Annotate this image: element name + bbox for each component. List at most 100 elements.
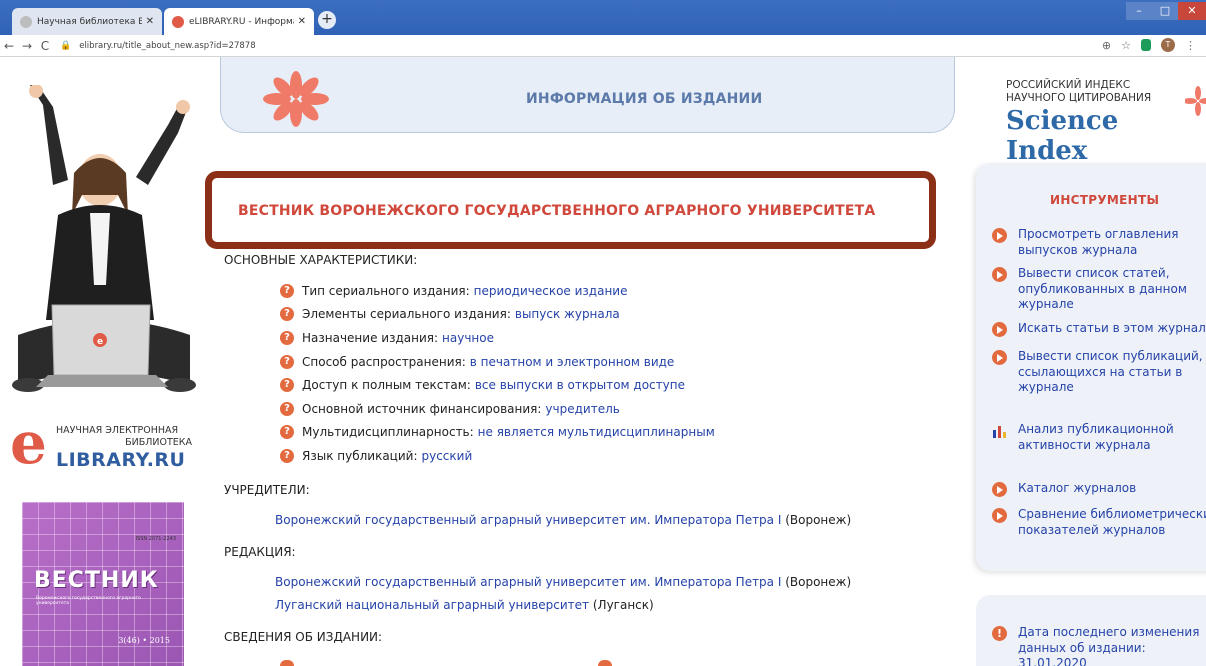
editorial-link[interactable]: Луганский национальный аграрный универси… (275, 598, 589, 612)
item-label: Доступ к полным текстам: (302, 378, 471, 393)
editorial-item: Луганский национальный аграрный универси… (275, 598, 654, 612)
question-icon[interactable] (598, 660, 612, 666)
cover-issue-number: 3(46) • 2015 (118, 636, 170, 645)
item-value-link[interactable]: не является мультидисциплинарным (478, 425, 715, 439)
tool-label: Вывести список публикаций, ссылающихся н… (1018, 349, 1203, 394)
tool-link[interactable]: Анализ публикационной активности журнала (992, 422, 1182, 453)
browser-tab[interactable]: Научная библиотека Воронеж ✕ (12, 8, 162, 35)
tool-label: Искать статьи в этом журнале (1018, 321, 1206, 335)
list-item: ? Назначение издания: научное (280, 326, 880, 350)
close-window-button[interactable]: ✕ (1178, 2, 1206, 20)
question-icon[interactable] (280, 660, 294, 666)
play-icon (992, 228, 1007, 243)
logo-line-2: БИБЛИОТЕКА (125, 437, 192, 448)
back-button[interactable]: ← (0, 39, 18, 53)
item-label: Тип сериального издания: (302, 283, 470, 298)
browser-tab-active[interactable]: eLIBRARY.RU - Информация об ✕ (164, 8, 314, 35)
forward-button[interactable]: → (18, 39, 36, 53)
tool-link[interactable]: Каталог журналов (992, 481, 1202, 497)
editorial-item: Воронежский государственный аграрный уни… (275, 575, 851, 589)
right-sidebar: РОССИЙСКИЙ ИНДЕКС НАУЧНОГО ЦИТИРОВАНИЯ S… (960, 57, 1206, 666)
svg-text:e: e (97, 337, 103, 347)
page-content: e e НАУЧНАЯ ЭЛЕКТРОННАЯ БИБЛИОТЕКА LIBRA… (0, 57, 1206, 666)
question-icon[interactable]: ? (280, 378, 294, 393)
characteristics-list: ? Тип сериального издания: периодическое и… (280, 279, 880, 468)
science-index-logo[interactable]: РОССИЙСКИЙ ИНДЕКС НАУЧНОГО ЦИТИРОВАНИЯ S… (1006, 79, 1206, 166)
new-tab-button[interactable]: + (318, 11, 336, 29)
list-item: ? Элементы сериального издания: выпуск жур… (280, 303, 880, 327)
item-label: Язык публикаций: (302, 448, 418, 463)
section-heading-main-characteristics: ОСНОВНЫЕ ХАРАКТЕРИСТИКИ: (224, 253, 418, 267)
item-label: Элементы сериального издания: (302, 307, 511, 322)
play-icon (992, 508, 1007, 523)
science-index-line-1: РОССИЙСКИЙ ИНДЕКС (1006, 79, 1131, 91)
item-value-link[interactable]: выпуск журнала (515, 307, 620, 321)
list-item: ? Язык публикаций: русский (280, 444, 880, 468)
editorial-city: (Луганск) (592, 598, 654, 612)
bar-chart-icon (993, 426, 1006, 438)
tool-label: Анализ публикационной активности журнала (1018, 422, 1174, 452)
minimize-window-button[interactable]: – (1126, 2, 1152, 20)
play-icon (992, 482, 1007, 497)
reload-button[interactable]: C (36, 39, 54, 53)
editorial-link[interactable]: Воронежский государственный аграрный уни… (275, 575, 781, 589)
elibrary-favicon-icon (172, 15, 184, 28)
journal-cover-image[interactable]: ISSN 2071-2243 ВЕСТНИК Воронежского госу… (22, 502, 184, 666)
woman-with-laptop-illustration: e (12, 85, 196, 392)
browser-toolbar: ← → C 🔒 elibrary.ru/title_about_new.asp?… (0, 35, 1206, 57)
question-icon[interactable]: ? (280, 330, 294, 345)
cover-title: ВЕСТНИК (34, 568, 159, 593)
tool-label: Сравнение библиометрических показателей … (1018, 507, 1206, 537)
item-label: Способ распространения: (302, 354, 466, 369)
play-icon (992, 350, 1007, 365)
item-value-link[interactable]: в печатном и электронном виде (470, 355, 675, 369)
logo-line-1: НАУЧНАЯ ЭЛЕКТРОННАЯ (56, 425, 179, 436)
question-icon[interactable]: ? (280, 283, 294, 298)
tool-label: Просмотреть оглавления выпусков журнала (1018, 227, 1179, 257)
question-icon[interactable]: ? (280, 354, 294, 369)
item-value-link[interactable]: научное (442, 331, 494, 345)
question-icon[interactable]: ? (280, 307, 294, 322)
tool-link[interactable]: Просмотреть оглавления выпусков журнала (992, 227, 1202, 258)
item-label: Назначение издания: (302, 330, 439, 345)
list-item: ? Основной источник финансирования: учреди… (280, 397, 880, 421)
maximize-window-button[interactable]: □ (1152, 2, 1178, 20)
page-title: ИНФОРМАЦИЯ ОБ ИЗДАНИИ (526, 91, 763, 107)
browser-tab-bar: Научная библиотека Воронеж ✕ eLIBRARY.RU… (0, 0, 1206, 35)
logo-letter: e (10, 409, 47, 477)
item-value-link[interactable]: периодическое издание (474, 284, 628, 298)
tool-link[interactable]: Вывести список публикаций, ссылающихся н… (992, 349, 1206, 396)
founder-link[interactable]: Воронежский государственный аграрный уни… (275, 513, 781, 527)
list-item: ? Способ распространения: в печатном и эле… (280, 350, 880, 374)
cover-issn: ISSN 2071-2243 (135, 536, 176, 542)
science-index-line-2: НАУЧНОГО ЦИТИРОВАНИЯ (1006, 92, 1152, 104)
bookmark-star-icon[interactable]: ☆ (1121, 39, 1131, 52)
founder-city: (Воронеж) (785, 513, 852, 527)
founder-item: Воронежский государственный аграрный уни… (275, 513, 851, 527)
close-tab-icon[interactable]: ✕ (298, 16, 306, 27)
list-item: ? Тип сериального издания: периодическое и… (280, 279, 880, 303)
item-value-link[interactable]: все выпуски в открытом доступе (475, 378, 685, 392)
close-tab-icon[interactable]: ✕ (146, 16, 154, 27)
left-sidebar: e e НАУЧНАЯ ЭЛЕКТРОННАЯ БИБЛИОТЕКА LIBRA… (0, 57, 205, 666)
editorial-city: (Воронеж) (785, 575, 852, 589)
tab-title: eLIBRARY.RU - Информация об (189, 16, 294, 27)
question-icon[interactable]: ? (280, 448, 294, 463)
cover-subtitle: Воронежского государственного аграрного … (36, 596, 141, 606)
globe-icon (20, 15, 32, 28)
tool-link[interactable]: Вывести список статей, опубликованных в … (992, 266, 1202, 313)
question-icon[interactable]: ? (280, 425, 294, 440)
address-bar[interactable]: elibrary.ru/title_about_new.asp?id=27878 (79, 41, 255, 51)
tools-heading: ИНСТРУМЕНТЫ (1050, 193, 1160, 207)
item-value-link[interactable]: русский (421, 449, 472, 463)
tool-link[interactable]: Сравнение библиометрических показателей … (992, 507, 1206, 538)
question-icon[interactable]: ? (280, 401, 294, 416)
profile-avatar[interactable]: T (1161, 38, 1175, 52)
item-value-link[interactable]: учредитель (545, 402, 619, 416)
extension-shield-icon[interactable] (1141, 39, 1151, 51)
zoom-icon[interactable]: ⊕ (1102, 39, 1111, 52)
elibrary-logo[interactable]: e НАУЧНАЯ ЭЛЕКТРОННАЯ БИБЛИОТЕКА LIBRARY… (10, 409, 200, 477)
last-modified-panel: ! Дата последнего изменения данных об из… (976, 595, 1206, 666)
tool-link[interactable]: Искать статьи в этом журнале (992, 321, 1206, 337)
menu-icon[interactable]: ⋮ (1185, 39, 1196, 52)
